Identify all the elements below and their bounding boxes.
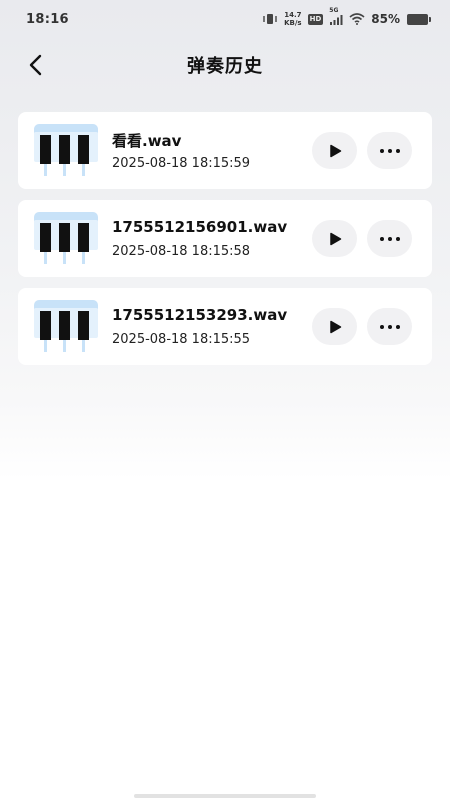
more-button[interactable] [367, 308, 412, 345]
play-icon [329, 144, 341, 157]
network-speed-unit: KB/s [284, 19, 302, 27]
play-icon [329, 320, 341, 333]
hd-badge: HD [307, 13, 324, 25]
signal-icon: 5G [329, 7, 343, 25]
page-title: 弹奏历史 [187, 56, 263, 77]
record-list: 看看.wav 2025-08-18 18:15:59 1755512156901… [18, 112, 432, 376]
list-item[interactable]: 1755512153293.wav 2025-08-18 18:15:55 [18, 288, 432, 365]
more-horizontal-icon [379, 148, 400, 153]
record-datetime: 2025-08-18 18:15:55 [112, 332, 251, 347]
play-button[interactable] [312, 132, 357, 169]
network-speed: 14.7 KB/s [284, 11, 301, 27]
record-name: 看看.wav [112, 132, 182, 150]
record-name: 1755512153293.wav [112, 306, 288, 324]
network-speed-value: 14.7 [284, 11, 302, 19]
piano-keys-icon [32, 300, 100, 356]
status-icons: 14.7 KB/s HD 5G 85% [262, 7, 431, 27]
list-item[interactable]: 1755512156901.wav 2025-08-18 18:15:58 [18, 200, 432, 277]
home-indicator[interactable] [134, 794, 316, 798]
more-horizontal-icon [379, 324, 400, 329]
list-item[interactable]: 看看.wav 2025-08-18 18:15:59 [18, 112, 432, 189]
more-button[interactable] [367, 132, 412, 169]
chevron-left-icon [29, 54, 42, 76]
piano-keys-icon [32, 124, 100, 180]
battery-percent: 85% [371, 12, 400, 26]
piano-keys-icon [32, 212, 100, 268]
signal-label: 5G [329, 6, 339, 14]
more-horizontal-icon [379, 236, 400, 241]
record-datetime: 2025-08-18 18:15:59 [112, 156, 251, 171]
play-button[interactable] [312, 220, 357, 257]
more-button[interactable] [367, 220, 412, 257]
record-name: 1755512156901.wav [112, 218, 288, 236]
header: 弹奏历史 [0, 44, 450, 86]
status-bar: 18:16 14.7 KB/s HD 5G 85% [0, 0, 450, 38]
back-button[interactable] [22, 50, 50, 80]
play-icon [329, 232, 341, 245]
battery-icon [407, 13, 431, 25]
record-datetime: 2025-08-18 18:15:58 [112, 244, 251, 259]
play-button[interactable] [312, 308, 357, 345]
status-time: 18:16 [26, 11, 69, 27]
wifi-icon [349, 13, 365, 25]
vibrate-icon [262, 13, 278, 25]
